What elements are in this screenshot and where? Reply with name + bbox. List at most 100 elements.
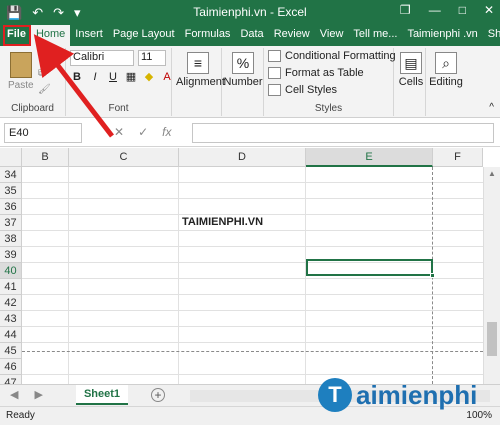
row-header-41[interactable]: 41 bbox=[0, 279, 22, 295]
borders-icon[interactable]: ▦ bbox=[124, 70, 138, 84]
row-header-37[interactable]: 37 bbox=[0, 215, 22, 231]
font-format-row: B I U ▦ ◆ A bbox=[70, 70, 174, 84]
name-box[interactable]: E40 bbox=[4, 123, 82, 143]
grid-line bbox=[22, 374, 483, 375]
paste-icon[interactable] bbox=[10, 52, 32, 78]
formula-input[interactable] bbox=[192, 123, 494, 143]
window-controls: ❐ — □ ✕ bbox=[400, 3, 494, 17]
fill-color-icon[interactable]: ◆ bbox=[142, 70, 156, 84]
next-sheet-icon[interactable]: ▶ bbox=[34, 388, 42, 401]
alignment-button[interactable]: ≡ Alignment bbox=[176, 50, 225, 88]
cells-group: ▤ Cells bbox=[394, 48, 426, 116]
ribbon-display-icon[interactable]: ❐ bbox=[400, 3, 411, 17]
scroll-up-icon[interactable]: ▲ bbox=[488, 169, 496, 178]
search-icon: ⌕ bbox=[435, 52, 457, 74]
grid-line bbox=[22, 310, 483, 311]
worksheet-grid[interactable]: B C D E F 34 35 36 37 38 39 40 41 42 43 … bbox=[0, 148, 500, 384]
format-as-table-button[interactable]: Format as Table bbox=[268, 67, 364, 79]
row-header-36[interactable]: 36 bbox=[0, 199, 22, 215]
format-painter-icon[interactable]: 🖌 bbox=[38, 84, 51, 95]
row-header-47[interactable]: 47 bbox=[0, 375, 22, 384]
grid-line bbox=[22, 230, 483, 231]
share-button[interactable]: Share bbox=[483, 25, 500, 46]
minimize-icon[interactable]: — bbox=[429, 3, 441, 17]
fill-handle[interactable] bbox=[430, 273, 435, 278]
editing-button[interactable]: ⌕ Editing bbox=[426, 50, 466, 88]
number-label: Number bbox=[223, 76, 263, 88]
cells-button[interactable]: ▤ Cells bbox=[396, 50, 426, 88]
tab-review[interactable]: Review bbox=[269, 25, 315, 46]
row-header-44[interactable]: 44 bbox=[0, 327, 22, 343]
format-as-table-label: Format as Table bbox=[285, 67, 364, 79]
sheet-tab-sheet1[interactable]: Sheet1 bbox=[76, 385, 128, 405]
alignment-label: Alignment bbox=[176, 76, 225, 88]
cell-styles-button[interactable]: Cell Styles bbox=[268, 84, 337, 96]
copy-icon[interactable]: ⧉ bbox=[38, 68, 45, 79]
clipboard-label: Clipboard bbox=[11, 103, 54, 114]
row-header-42[interactable]: 42 bbox=[0, 295, 22, 311]
status-ready: Ready bbox=[6, 410, 35, 421]
paste-button[interactable]: Paste bbox=[8, 80, 34, 91]
editing-group: ⌕ Editing bbox=[426, 48, 466, 116]
row-header-35[interactable]: 35 bbox=[0, 183, 22, 199]
italic-button[interactable]: I bbox=[88, 70, 102, 84]
row-header-39[interactable]: 39 bbox=[0, 247, 22, 263]
grid-line bbox=[22, 198, 483, 199]
number-button[interactable]: % Number bbox=[222, 50, 264, 88]
tab-formulas[interactable]: Formulas bbox=[180, 25, 236, 46]
row-header-46[interactable]: 46 bbox=[0, 359, 22, 375]
tab-home[interactable]: Home bbox=[30, 25, 71, 46]
styles-label: Styles bbox=[314, 103, 343, 114]
column-header-f[interactable]: F bbox=[433, 148, 483, 167]
cells-icon: ▤ bbox=[400, 52, 422, 74]
close-icon[interactable]: ✕ bbox=[484, 3, 494, 17]
formula-bar: E40 ✕ ✓ fx bbox=[0, 118, 500, 147]
bold-button[interactable]: B bbox=[70, 70, 84, 84]
column-header-e[interactable]: E bbox=[306, 148, 433, 167]
enter-icon[interactable]: ✓ bbox=[138, 125, 148, 139]
tab-insert[interactable]: Insert bbox=[70, 25, 108, 46]
column-header-d[interactable]: D bbox=[179, 148, 306, 167]
tab-page-layout[interactable]: Page Layout bbox=[108, 25, 180, 46]
font-size-select[interactable]: 11 bbox=[138, 50, 166, 66]
insert-function-icon[interactable]: fx bbox=[162, 125, 171, 139]
clipboard-group: Paste ✂ ⧉ 🖌 Clipboard bbox=[0, 48, 66, 116]
underline-button[interactable]: U bbox=[106, 70, 120, 84]
add-sheet-button[interactable]: + bbox=[151, 388, 165, 402]
maximize-icon[interactable]: □ bbox=[459, 3, 466, 17]
grid-line bbox=[22, 214, 483, 215]
collapse-ribbon-icon[interactable]: ^ bbox=[489, 102, 494, 113]
cells-label: Cells bbox=[398, 76, 424, 88]
conditional-formatting-button[interactable]: Conditional Formatting bbox=[268, 50, 396, 62]
grid-line bbox=[22, 326, 483, 327]
select-all-corner[interactable] bbox=[0, 148, 22, 167]
row-header-38[interactable]: 38 bbox=[0, 231, 22, 247]
column-header-c[interactable]: C bbox=[69, 148, 179, 167]
prev-sheet-icon[interactable]: ◀ bbox=[10, 388, 18, 401]
grid-line bbox=[22, 182, 483, 183]
tab-file[interactable]: File bbox=[3, 25, 31, 46]
cell-styles-label: Cell Styles bbox=[285, 84, 337, 96]
font-name-select[interactable]: Calibri bbox=[70, 50, 134, 66]
vertical-scrollbar[interactable]: ▲ bbox=[483, 167, 500, 384]
tab-data[interactable]: Data bbox=[235, 25, 268, 46]
row-header-34[interactable]: 34 bbox=[0, 167, 22, 183]
vertical-scroll-thumb[interactable] bbox=[487, 322, 497, 356]
format-as-table-icon bbox=[268, 67, 281, 79]
watermark-logo: T aimienphi bbox=[318, 378, 477, 412]
row-header-43[interactable]: 43 bbox=[0, 311, 22, 327]
cut-icon[interactable]: ✂ bbox=[38, 52, 46, 63]
sheet-navigation: ◀ ▶ bbox=[10, 388, 43, 401]
grid-line bbox=[22, 342, 483, 343]
selected-cell-e40[interactable] bbox=[306, 259, 433, 276]
row-header-45[interactable]: 45 bbox=[0, 343, 22, 359]
grid-line bbox=[22, 294, 483, 295]
column-header-b[interactable]: B bbox=[22, 148, 69, 167]
row-header-40[interactable]: 40 bbox=[0, 263, 22, 279]
cancel-icon[interactable]: ✕ bbox=[114, 125, 124, 139]
tell-me-search[interactable]: Tell me... bbox=[348, 25, 402, 46]
ribbon-tabs: File Home Insert Page Layout Formulas Da… bbox=[0, 25, 500, 46]
tab-view[interactable]: View bbox=[315, 25, 349, 46]
cell-d37[interactable]: TAIMIENPHI.VN bbox=[182, 216, 263, 228]
account-name[interactable]: Taimienphi .vn bbox=[402, 25, 482, 46]
